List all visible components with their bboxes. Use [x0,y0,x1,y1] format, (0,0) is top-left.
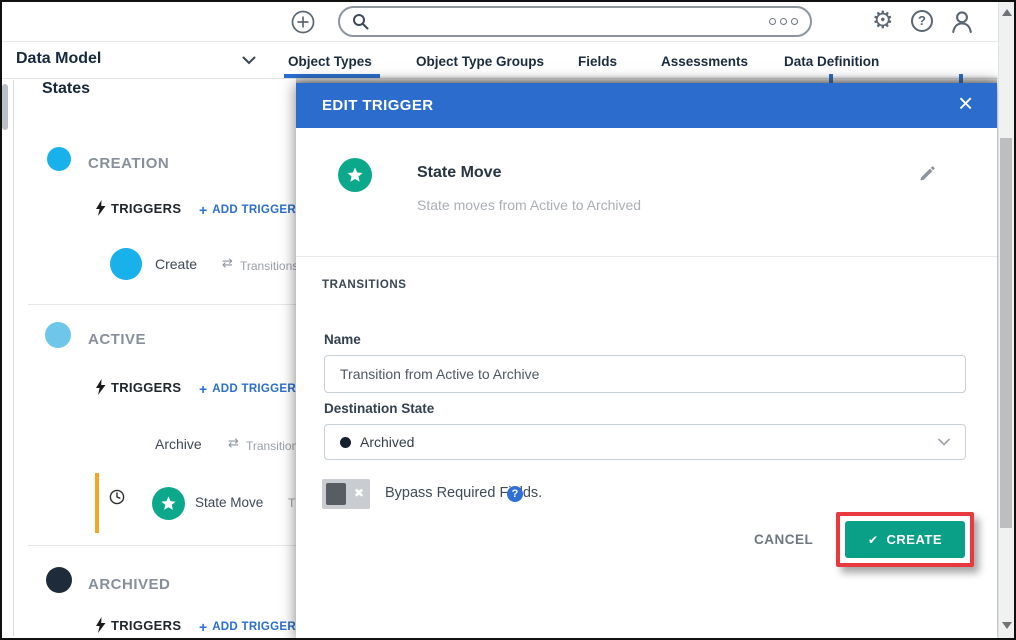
more-options-icon[interactable] [769,18,798,25]
check-icon: ✔ [868,533,879,547]
trigger-row-create[interactable]: Create [155,256,197,272]
settings-gear-icon[interactable]: ⚙ [872,6,894,34]
lightning-bolt-icon [95,379,106,395]
modal-top-shadow [296,75,997,83]
scrollbar-up-arrow[interactable] [1002,9,1012,16]
destination-state-select[interactable]: Archived [324,424,966,460]
section-divider [28,304,296,305]
panel-left-border [13,80,14,636]
active-state-dot [45,322,71,348]
state-section-active: ACTIVE [88,331,146,348]
pencil-edit-icon[interactable] [918,165,936,183]
tab-data-definition[interactable]: Data Definition [784,54,879,69]
scrollbar-down-arrow[interactable] [1002,622,1012,629]
selected-row-marker [95,473,99,533]
triggers-label: TRIGGERS [111,201,181,216]
search-input[interactable] [377,14,769,30]
tab-object-types[interactable]: Object Types [288,54,372,69]
trigger-star-icon [338,158,372,192]
modal-title: EDIT TRIGGER [322,83,433,128]
create-button[interactable]: ✔ CREATE [845,521,965,558]
tab-fields[interactable]: Fields [578,54,617,69]
transitions-icon: ⇄ [228,436,239,451]
lightning-bolt-icon [95,200,106,216]
search-bar[interactable] [338,6,812,37]
vertical-scrollbar-thumb[interactable] [1000,138,1012,528]
state-section-creation: CREATION [88,155,169,172]
transition-name-input[interactable] [324,355,966,393]
panel-scrollbar-fragment [2,84,8,130]
archived-color-dot [340,437,351,448]
select-chevron-icon [938,438,950,446]
clock-icon [109,489,125,505]
transitions-section-label: TRANSITIONS [322,279,407,291]
app-menu-data-model[interactable]: Data Model [16,50,101,68]
app-window: ⚙ ? Data Model Object Types Object Type … [0,0,1016,640]
trigger-description: State moves from Active to Archived [417,197,641,213]
edit-trigger-modal: EDIT TRIGGER × State Move State moves fr… [296,83,997,640]
destination-state-label: Destination State [324,401,434,416]
user-icon[interactable] [948,8,976,36]
selected-destination: Archived [360,434,414,450]
triggers-label: TRIGGERS [111,618,181,633]
creation-state-dot [47,147,71,171]
triggers-label: TRIGGERS [111,380,181,395]
state-move-star-icon [152,487,185,520]
search-icon [352,13,369,30]
bypass-toggle[interactable]: ✖ [322,479,370,509]
plus-icon: + [199,202,207,218]
name-field-label: Name [324,332,361,347]
create-trigger-dot [110,248,142,280]
topbar-divider [2,41,998,42]
clipped-text: T [288,496,295,510]
state-section-archived: ARCHIVED [88,576,170,593]
bypass-help-icon[interactable]: ? [507,486,523,502]
section-divider [28,545,296,546]
trigger-name: State Move [417,164,501,182]
modal-divider [296,256,997,257]
lightning-bolt-icon [95,617,106,633]
tab-object-type-groups[interactable]: Object Type Groups [416,54,544,69]
archived-state-dot [46,567,72,593]
plus-icon: + [199,619,207,635]
plus-icon: + [199,381,207,397]
toggle-knob [326,483,346,505]
add-trigger-button[interactable]: + ADD TRIGGER [199,619,296,635]
cancel-button[interactable]: CANCEL [754,532,813,547]
add-trigger-button[interactable]: + ADD TRIGGER [199,381,296,397]
trigger-row-state-move[interactable]: State Move [195,495,263,510]
screenshot-border [0,0,2,640]
close-icon[interactable]: × [958,88,973,119]
trigger-row-archive[interactable]: Archive [155,436,202,452]
tab-assessments[interactable]: Assessments [661,54,748,69]
help-icon[interactable]: ? [911,10,933,32]
toggle-x-icon: ✖ [354,486,364,500]
screenshot-border [0,0,1016,2]
chevron-down-icon [242,56,256,65]
add-icon[interactable] [291,10,315,34]
add-trigger-button[interactable]: + ADD TRIGGER [199,202,296,218]
states-panel-title: States [42,80,90,98]
transitions-icon: ⇄ [222,256,233,271]
